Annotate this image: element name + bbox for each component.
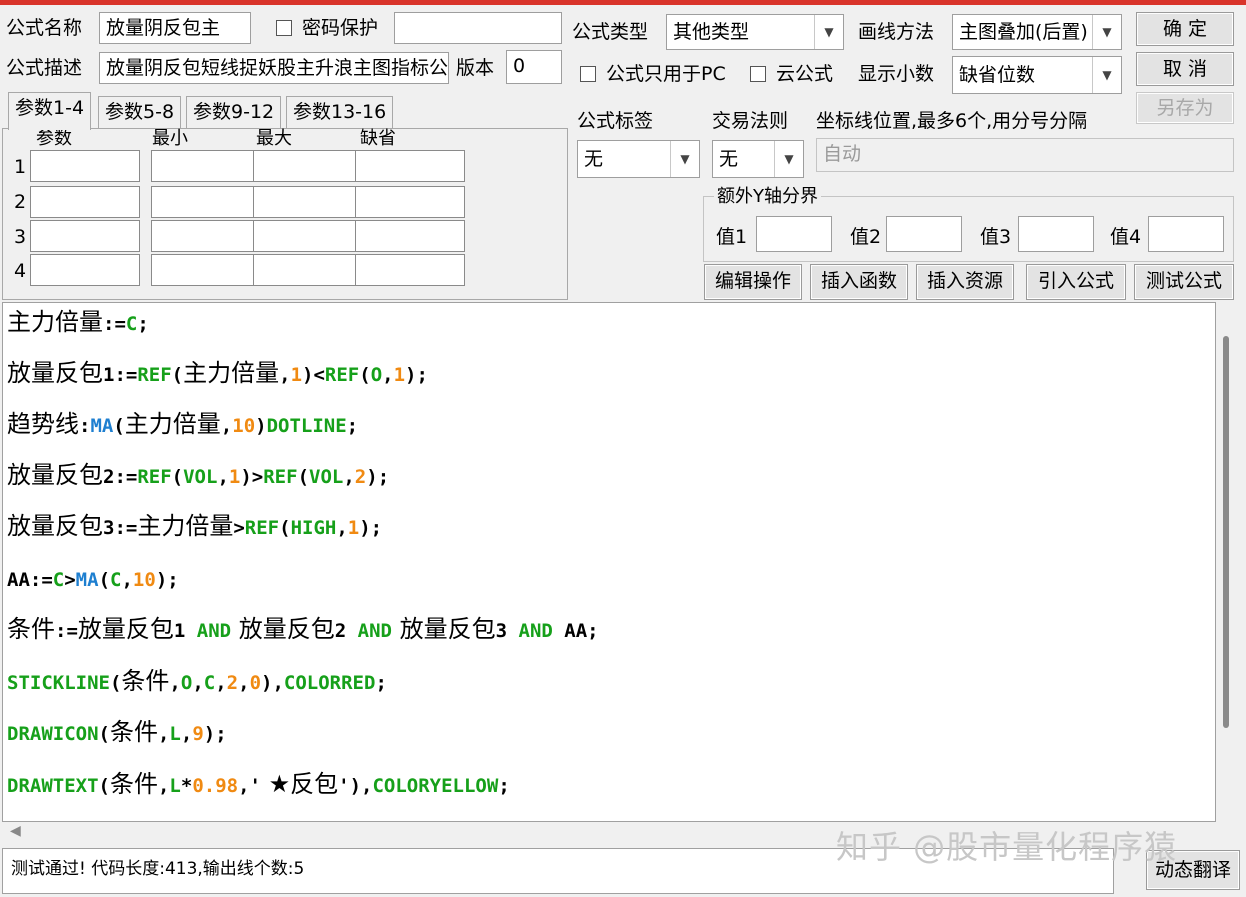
chevron-down-icon[interactable]: ▼ [814, 15, 843, 49]
code-line: 放量反包3:=主力倍量>REF(HIGH,1); [7, 512, 383, 540]
cloud-checkbox[interactable] [750, 66, 766, 82]
password-label: 密码保护 [302, 17, 379, 39]
code-line: 主力倍量:=C; [7, 308, 149, 336]
trade-rule-label: 交易法则 [712, 110, 789, 132]
trade-rule-select[interactable]: 无 ▼ [712, 140, 804, 178]
extra-y-axis-label: 额外Y轴分界 [714, 182, 821, 212]
code-line: DRAWTEXT(条件,L*0.98,' ★反包'),COLORYELLOW; [7, 770, 510, 798]
version-label: 版本 [456, 57, 495, 79]
param-2-min-input[interactable] [151, 186, 261, 218]
scroll-left-icon[interactable]: ◀ [10, 823, 21, 839]
value4-label: 值4 [1110, 226, 1142, 248]
param-3-max-input[interactable] [253, 220, 363, 252]
decimal-select[interactable]: 缺省位数 ▼ [952, 56, 1122, 94]
param-1-default-input[interactable] [355, 150, 465, 182]
formula-tag-value: 无 [584, 148, 604, 170]
chevron-down-icon[interactable]: ▼ [774, 141, 803, 177]
param-4-min-input[interactable] [151, 254, 261, 286]
code-line: 放量反包1:=REF(主力倍量,1)<REF(O,1); [7, 359, 428, 387]
param-1-min-input[interactable] [151, 150, 261, 182]
pc-only-label: 公式只用于PC [606, 63, 726, 85]
test-formula-button[interactable]: 测试公式 [1134, 264, 1234, 300]
formula-type-value: 其他类型 [673, 21, 750, 43]
param-3-default-input[interactable] [355, 220, 465, 252]
param-2-max-input[interactable] [253, 186, 363, 218]
decimal-value: 缺省位数 [959, 64, 1036, 86]
formula-name-label: 公式名称 [6, 17, 83, 39]
param-row-index: 3 [14, 226, 27, 248]
draw-method-select[interactable]: 主图叠加(后置) ▼ [952, 14, 1122, 50]
param-4-default-input[interactable] [355, 254, 465, 286]
value1-input[interactable] [756, 216, 832, 252]
param-3-name-input[interactable] [30, 220, 140, 252]
param-3-min-input[interactable] [151, 220, 261, 252]
formula-desc-input[interactable]: 放量阴反包短线捉妖股主升浪主图指标公 [99, 52, 449, 84]
trade-rule-value: 无 [719, 148, 739, 170]
cancel-button[interactable]: 取 消 [1136, 52, 1234, 86]
password-checkbox[interactable] [276, 20, 292, 36]
value2-label: 值2 [850, 226, 882, 248]
formula-tag-label: 公式标签 [577, 110, 654, 132]
param-4-name-input[interactable] [30, 254, 140, 286]
chevron-down-icon[interactable]: ▼ [1092, 15, 1121, 49]
formula-tag-select[interactable]: 无 ▼ [577, 140, 700, 178]
formula-desc-label: 公式描述 [6, 57, 83, 79]
decimal-label: 显示小数 [858, 63, 935, 85]
chevron-down-icon[interactable]: ▼ [1092, 57, 1121, 93]
param-2-name-input[interactable] [30, 186, 140, 218]
draw-method-label: 画线方法 [858, 21, 935, 43]
param-1-name-input[interactable] [30, 150, 140, 182]
code-line: 放量反包2:=REF(VOL,1)>REF(VOL,2); [7, 461, 390, 489]
title-bar-strip [0, 0, 1246, 5]
save-as-button[interactable]: 另存为 [1136, 92, 1234, 124]
ok-button[interactable]: 确 定 [1136, 12, 1234, 46]
code-line: STICKLINE(条件,O,C,2,0),COLORRED; [7, 667, 387, 695]
value4-input[interactable] [1148, 216, 1224, 252]
tab-params-1-4[interactable]: 参数1-4 [8, 92, 92, 130]
coord-line-input[interactable]: 自动 [816, 138, 1234, 172]
cloud-label: 云公式 [776, 63, 834, 85]
chevron-down-icon[interactable]: ▼ [670, 141, 699, 177]
param-2-default-input[interactable] [355, 186, 465, 218]
draw-method-value: 主图叠加(后置) [959, 21, 1088, 43]
value3-input[interactable] [1018, 216, 1094, 252]
pc-only-checkbox[interactable] [580, 66, 596, 82]
value3-label: 值3 [980, 226, 1012, 248]
code-editor[interactable]: 主力倍量:=C; 放量反包1:=REF(主力倍量,1)<REF(O,1); 趋势… [2, 302, 1216, 822]
param-row-index: 4 [14, 260, 27, 282]
code-line: 条件:=放量反包1 AND 放量反包2 AND 放量反包3 AND AA; [7, 615, 599, 643]
value1-label: 值1 [716, 226, 748, 248]
insert-function-button[interactable]: 插入函数 [810, 264, 908, 300]
formula-type-select[interactable]: 其他类型 ▼ [666, 14, 844, 50]
param-row-index: 2 [14, 191, 27, 213]
code-line: AA:=C>MA(C,10); [7, 569, 179, 591]
import-formula-button[interactable]: 引入公式 [1026, 264, 1126, 300]
vertical-scroll-thumb[interactable] [1223, 336, 1229, 728]
value2-input[interactable] [886, 216, 962, 252]
param-4-max-input[interactable] [253, 254, 363, 286]
param-1-max-input[interactable] [253, 150, 363, 182]
edit-ops-button[interactable]: 编辑操作 [704, 264, 802, 300]
code-line: 趋势线:MA(主力倍量,10)DOTLINE; [7, 410, 359, 438]
formula-type-label: 公式类型 [572, 21, 649, 43]
code-line: DRAWICON(条件,L,9); [7, 718, 227, 746]
coord-line-label: 坐标线位置,最多6个,用分号分隔 [816, 110, 1088, 132]
insert-resource-button[interactable]: 插入资源 [916, 264, 1014, 300]
version-input[interactable]: 0 [506, 50, 562, 84]
formula-name-input[interactable]: 放量阴反包主 [99, 12, 251, 44]
param-row-index: 1 [14, 156, 27, 178]
watermark-text: 知乎 @股市量化程序猿 [836, 828, 1178, 866]
password-input[interactable] [394, 12, 562, 44]
